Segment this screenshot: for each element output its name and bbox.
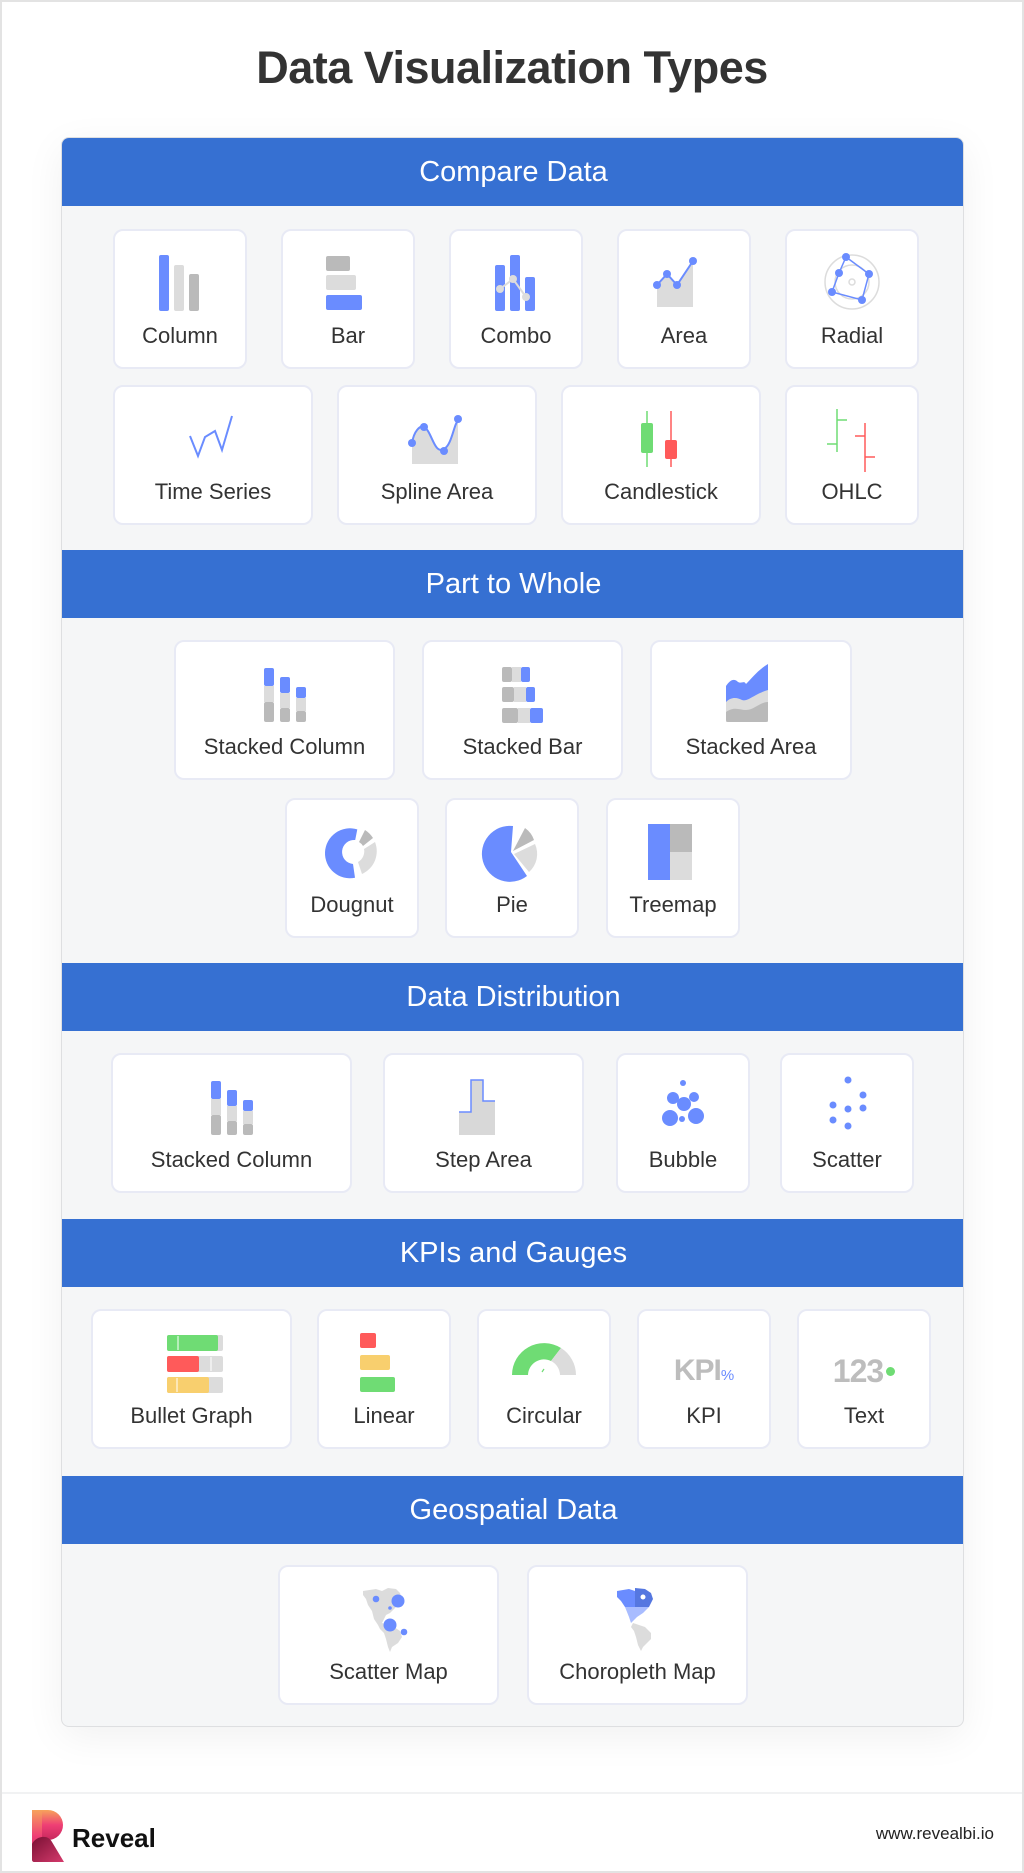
reveal-logo-icon bbox=[32, 1810, 64, 1862]
card-stacked-area[interactable]: Stacked Area bbox=[650, 640, 852, 780]
section-header-geospatial-data: Geospatial Data bbox=[62, 1476, 963, 1544]
card-area[interactable]: Area bbox=[617, 229, 751, 369]
card-circular[interactable]: Circular bbox=[477, 1309, 611, 1449]
circular-gauge-icon bbox=[509, 1327, 579, 1397]
brand-name: Reveal bbox=[72, 1822, 156, 1853]
ohlc-icon bbox=[817, 403, 887, 473]
card-label: Candlestick bbox=[604, 479, 718, 504]
card-ohlc[interactable]: OHLC bbox=[785, 385, 919, 525]
card-label: Stacked Column bbox=[203, 734, 366, 759]
card-column[interactable]: Column bbox=[113, 229, 247, 369]
card-label: Linear bbox=[353, 1403, 415, 1428]
card-scatter[interactable]: Scatter bbox=[780, 1053, 914, 1193]
combo-chart-icon bbox=[481, 247, 551, 317]
treemap-icon bbox=[638, 816, 708, 886]
card-label: Stacked Bar bbox=[462, 734, 583, 759]
bar-chart-icon bbox=[313, 247, 383, 317]
card-label: Circular bbox=[506, 1403, 582, 1428]
section-header-part-to-whole: Part to Whole bbox=[62, 550, 963, 618]
area-chart-icon bbox=[649, 247, 719, 317]
scatter-map-icon bbox=[354, 1583, 424, 1653]
card-label: Area bbox=[660, 323, 708, 348]
choropleth-map-icon bbox=[603, 1583, 673, 1653]
card-treemap[interactable]: Treemap bbox=[606, 798, 740, 938]
stacked-column-icon bbox=[197, 1071, 267, 1141]
card-doughnut[interactable]: Dougnut bbox=[285, 798, 419, 938]
card-pie[interactable]: Pie bbox=[445, 798, 579, 938]
card-kpi[interactable]: KPI% KPI bbox=[637, 1309, 771, 1449]
card-label: Time Series bbox=[154, 479, 272, 504]
stacked-area-icon bbox=[716, 658, 786, 728]
text-gauge-icon: 123 bbox=[824, 1327, 904, 1397]
card-linear[interactable]: Linear bbox=[317, 1309, 451, 1449]
card-scatter-map[interactable]: Scatter Map bbox=[278, 1565, 499, 1705]
card-label: Scatter bbox=[812, 1147, 882, 1172]
page-title: Data Visualization Types bbox=[256, 42, 768, 93]
card-step-area[interactable]: Step Area bbox=[383, 1053, 584, 1193]
card-bullet-graph[interactable]: Bullet Graph bbox=[91, 1309, 292, 1449]
card-label: KPI bbox=[686, 1403, 722, 1428]
website-link[interactable]: www.revealbi.io bbox=[876, 1824, 994, 1844]
pie-chart-icon bbox=[477, 816, 547, 886]
card-label: Bubble bbox=[648, 1147, 718, 1172]
footer: Reveal www.revealbi.io bbox=[2, 1792, 1022, 1871]
card-stacked-bar[interactable]: Stacked Bar bbox=[422, 640, 623, 780]
visualization-types-panel: Compare Data Column Bar Combo Area Radia… bbox=[61, 137, 964, 1727]
scatter-plot-icon bbox=[812, 1071, 882, 1141]
card-label: Combo bbox=[480, 323, 552, 348]
section-header-data-distribution: Data Distribution bbox=[62, 963, 963, 1031]
card-bubble[interactable]: Bubble bbox=[616, 1053, 750, 1193]
candlestick-icon bbox=[626, 403, 696, 473]
spline-area-icon bbox=[402, 403, 472, 473]
card-label: Bullet Graph bbox=[130, 1403, 253, 1428]
reveal-logo[interactable]: Reveal bbox=[30, 1808, 156, 1864]
card-label: Bar bbox=[330, 323, 366, 348]
number-glyph: 123 bbox=[832, 1352, 884, 1389]
card-label: Spline Area bbox=[380, 479, 494, 504]
card-combo[interactable]: Combo bbox=[449, 229, 583, 369]
radial-chart-icon bbox=[817, 247, 887, 317]
step-area-icon bbox=[449, 1071, 519, 1141]
card-label: Stacked Column bbox=[150, 1147, 313, 1172]
card-candlestick[interactable]: Candlestick bbox=[561, 385, 761, 525]
bullet-graph-icon bbox=[157, 1327, 227, 1397]
card-label: Column bbox=[142, 323, 218, 348]
status-dot-icon bbox=[886, 1366, 896, 1376]
card-time-series[interactable]: Time Series bbox=[113, 385, 313, 525]
card-label: Scatter Map bbox=[329, 1659, 448, 1684]
card-label: Treemap bbox=[629, 892, 717, 917]
kpi-glyph: KPI bbox=[673, 1354, 722, 1387]
stacked-column-icon bbox=[250, 658, 320, 728]
kpi-icon: KPI% bbox=[669, 1327, 739, 1397]
card-radial[interactable]: Radial bbox=[785, 229, 919, 369]
percent-glyph: % bbox=[720, 1366, 735, 1384]
card-label: Choropleth Map bbox=[559, 1659, 716, 1684]
card-stacked-column-distribution[interactable]: Stacked Column bbox=[111, 1053, 352, 1193]
linear-gauge-icon bbox=[349, 1327, 419, 1397]
card-spline-area[interactable]: Spline Area bbox=[337, 385, 537, 525]
section-header-compare-data: Compare Data bbox=[62, 138, 963, 206]
card-label: Pie bbox=[496, 892, 528, 917]
stacked-bar-icon bbox=[488, 658, 558, 728]
bubble-chart-icon bbox=[648, 1071, 718, 1141]
card-label: Dougnut bbox=[310, 892, 394, 917]
card-label: Text bbox=[843, 1403, 885, 1428]
card-bar[interactable]: Bar bbox=[281, 229, 415, 369]
card-label: Radial bbox=[820, 323, 884, 348]
time-series-icon bbox=[178, 403, 248, 473]
column-chart-icon bbox=[145, 247, 215, 317]
doughnut-chart-icon bbox=[317, 816, 387, 886]
card-choropleth-map[interactable]: Choropleth Map bbox=[527, 1565, 748, 1705]
card-text[interactable]: 123 Text bbox=[797, 1309, 931, 1449]
card-label: OHLC bbox=[821, 479, 883, 504]
card-label: Step Area bbox=[435, 1147, 532, 1172]
card-stacked-column[interactable]: Stacked Column bbox=[174, 640, 395, 780]
card-label: Stacked Area bbox=[685, 734, 817, 759]
section-header-kpis-and-gauges: KPIs and Gauges bbox=[62, 1219, 963, 1287]
